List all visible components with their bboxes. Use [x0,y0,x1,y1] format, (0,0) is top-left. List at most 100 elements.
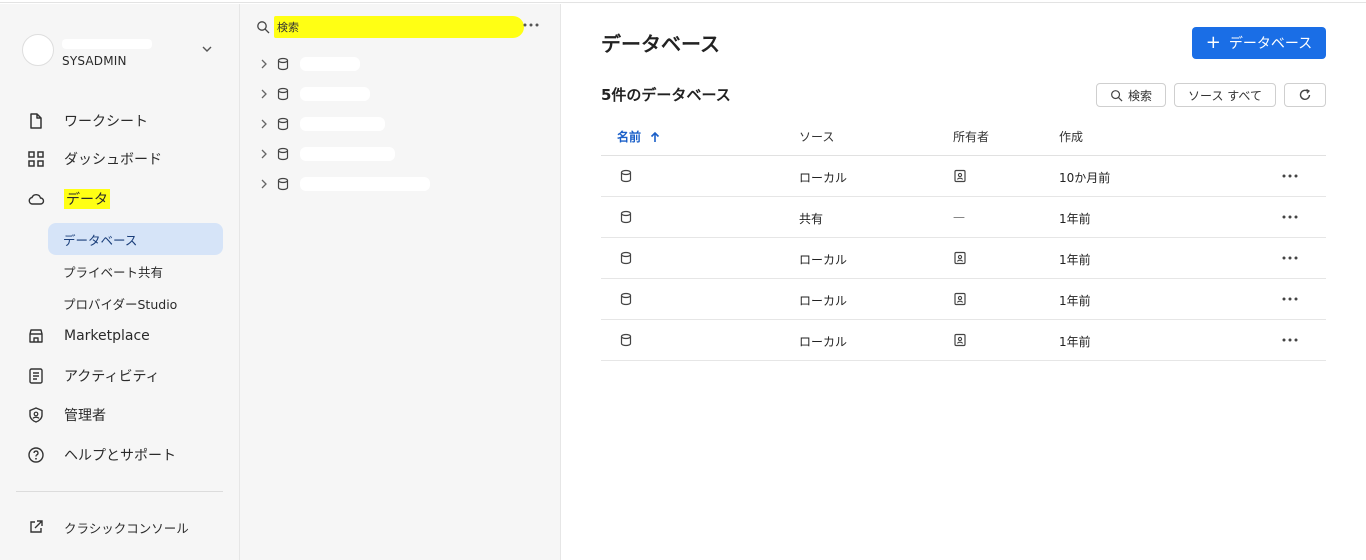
database-icon [620,210,632,224]
database-icon [277,147,289,161]
search-icon [1111,89,1123,101]
more-icon[interactable] [1281,170,1299,182]
tree-item[interactable] [258,82,538,106]
table-row[interactable]: ローカル 1年前 [601,238,1326,279]
column-name-header[interactable]: 名前 [617,128,661,145]
table-row[interactable]: ローカル 1年前 [601,279,1326,320]
nav-data[interactable]: データ [26,186,226,212]
owner-icon [954,169,966,183]
tree-item[interactable] [258,112,538,136]
owner-icon [954,333,966,347]
database-count: 5件のデータベース [601,86,731,104]
tree-item[interactable] [258,172,538,196]
refresh-button[interactable] [1284,83,1326,107]
chevron-right-icon[interactable] [258,178,270,190]
shield-icon [26,405,46,425]
table-row[interactable]: ローカル 10か月前 [601,156,1326,197]
column-source-header[interactable]: ソース [799,128,834,145]
nav-classic-console[interactable]: クラシックコンソール [26,514,226,540]
external-link-icon [26,517,46,537]
chevron-right-icon[interactable] [258,148,270,160]
table-row[interactable]: ローカル 1年前 [601,320,1326,361]
nav-label: クラシックコンソール [64,520,189,536]
redacted-name [300,117,385,131]
redacted-name [300,177,430,191]
sub-nav-databases[interactable]: データベース [48,223,223,255]
sub-nav-private-sharing[interactable]: プライベート共有 [48,255,223,287]
nav-dashboards[interactable]: ダッシュボード [26,146,226,172]
nav-label: ワークシート [64,114,148,130]
more-icon[interactable] [1281,211,1299,223]
owner-icon [954,251,966,265]
column-owner-header[interactable]: 所有者 [953,128,989,145]
nav-label: アクティビティ [64,369,160,385]
database-icon [277,57,289,71]
nav-worksheets[interactable]: ワークシート [26,108,226,134]
more-icon[interactable] [1281,334,1299,346]
source-cell: ローカル [799,171,848,185]
tree-item[interactable] [258,142,538,166]
chevron-right-icon[interactable] [258,88,270,100]
user-role: SYSADMIN [62,54,127,68]
database-icon [277,87,289,101]
database-icon [277,117,289,131]
redacted-name [300,57,360,71]
databases-table: 名前 ソース 所有者 作成 ローカル 10か月前 共有 — 1年前 ローカル 1… [601,116,1326,361]
tree-search-input[interactable]: 検索 [274,16,524,38]
chevron-down-icon[interactable] [200,42,214,56]
nav-label: Marketplace [64,328,150,344]
grid-icon [26,149,46,169]
main-content: データベース + データベース 5件のデータベース 検索 ソース すべて 名前 … [561,4,1366,560]
more-icon[interactable] [1281,293,1299,305]
created-cell: 1年前 [1059,335,1091,349]
source-cell: ローカル [799,253,848,267]
owner-icon [954,292,966,306]
tree-item[interactable] [258,52,538,76]
nav-admin[interactable]: 管理者 [26,402,226,428]
add-database-button[interactable]: + データベース [1192,27,1326,59]
source-cell: ローカル [799,335,848,349]
nav-label: ダッシュボード [64,152,162,168]
activity-icon [26,366,46,386]
chevron-right-icon[interactable] [258,58,270,70]
user-menu[interactable]: SYSADMIN [22,34,222,74]
database-icon [620,333,632,347]
divider [16,491,223,492]
search-button-label: 検索 [1127,88,1152,103]
owner-cell: — [953,210,965,224]
sidebar: SYSADMIN ワークシート ダッシュボード データ データベース プライベー… [0,4,240,560]
chevron-right-icon[interactable] [258,118,270,130]
database-icon [277,177,289,191]
page-title: データベース [601,32,720,56]
nav-label: ヘルプとサポート [64,448,176,464]
nav-label: データ [64,189,110,209]
created-cell: 1年前 [1059,294,1091,308]
created-cell: 1年前 [1059,212,1091,226]
column-label: 名前 [617,130,642,144]
sub-nav-provider-studio[interactable]: プロバイダーStudio [48,287,223,319]
nav-help[interactable]: ヘルプとサポート [26,442,226,468]
avatar [22,34,54,66]
more-icon[interactable] [522,18,540,32]
search-icon [257,21,270,34]
nav-activity[interactable]: アクティビティ [26,363,226,389]
redacted-name [300,87,370,101]
created-cell: 10か月前 [1059,171,1111,185]
source-filter[interactable]: ソース すべて [1174,83,1276,107]
nav-marketplace[interactable]: Marketplace [26,323,226,349]
database-icon [620,251,632,265]
column-created-header[interactable]: 作成 [1059,128,1083,145]
cloud-icon [26,189,46,209]
file-icon [26,111,46,131]
arrow-up-icon [650,131,660,142]
database-icon [620,169,632,183]
top-bar [0,0,1366,3]
table-header: 名前 ソース 所有者 作成 [601,116,1326,156]
add-database-label: データベース [1228,36,1313,52]
tree-search[interactable]: 検索 [256,16,536,38]
more-icon[interactable] [1281,252,1299,264]
nav-label: 管理者 [64,408,106,424]
store-icon [26,326,46,346]
table-row[interactable]: 共有 — 1年前 [601,197,1326,238]
search-button[interactable]: 検索 [1096,83,1166,107]
